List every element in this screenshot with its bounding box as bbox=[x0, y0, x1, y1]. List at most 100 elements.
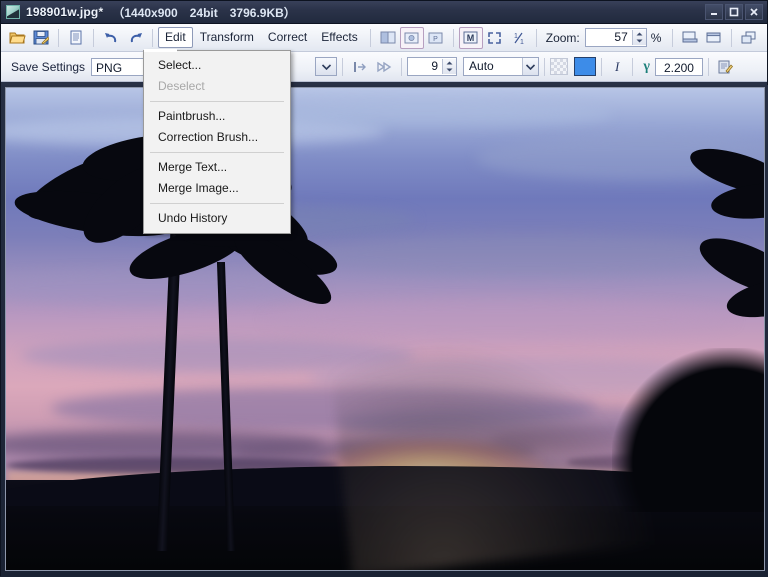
open-folder-icon bbox=[8, 32, 26, 44]
svg-text:M: M bbox=[467, 33, 475, 43]
chevron-up-icon bbox=[636, 32, 643, 36]
quality-value[interactable]: 9 bbox=[408, 58, 442, 75]
properties-button[interactable] bbox=[714, 56, 738, 78]
italic-I-icon[interactable]: I bbox=[607, 59, 627, 75]
zoom-value[interactable]: 57 bbox=[586, 29, 632, 46]
open-file-button[interactable] bbox=[5, 27, 29, 49]
cascade-windows-button[interactable] bbox=[737, 27, 761, 49]
single-view-button[interactable] bbox=[399, 26, 424, 49]
save-file-button[interactable] bbox=[29, 27, 53, 49]
chevron-up-icon bbox=[446, 61, 453, 65]
fit-screen-button[interactable] bbox=[483, 27, 507, 49]
mode-dropdown[interactable]: Auto bbox=[463, 57, 540, 76]
toolbar-separator bbox=[452, 28, 454, 47]
menu-item-undo-history[interactable]: Undo History bbox=[144, 208, 290, 229]
color-swatch-button[interactable] bbox=[574, 57, 597, 76]
actual-size-button[interactable]: 1 1 bbox=[507, 27, 531, 49]
minimize-button[interactable] bbox=[705, 4, 723, 20]
quality-spinner-arrows[interactable] bbox=[442, 59, 457, 75]
image-thumbnail-icon bbox=[6, 5, 20, 19]
magnifier-mode-button[interactable]: M bbox=[458, 26, 483, 49]
quality-spinner[interactable]: 9 bbox=[407, 57, 458, 76]
maximize-icon bbox=[729, 7, 739, 17]
window-title-meta: （1440x900 24bit 3796.9KB） bbox=[112, 5, 296, 20]
menu-separator bbox=[150, 101, 284, 102]
menu-item-merge-text[interactable]: Merge Text... bbox=[144, 157, 290, 178]
chevron-down-icon[interactable] bbox=[316, 58, 337, 75]
menu-item-deselect: Deselect bbox=[158, 79, 205, 93]
options-separator bbox=[401, 57, 403, 76]
menu-item-paintbrush[interactable]: Paintbrush... bbox=[144, 106, 290, 127]
options-separator bbox=[707, 57, 709, 76]
image-canvas[interactable] bbox=[5, 87, 765, 571]
menu-separator bbox=[150, 152, 284, 153]
application-window: 198901w.jpg* （1440x900 24bit 3796.9KB） E… bbox=[0, 0, 768, 577]
window-controls bbox=[705, 4, 765, 20]
quality-spin-down[interactable] bbox=[443, 67, 456, 75]
options-separator bbox=[601, 57, 603, 76]
menu-effects[interactable]: Effects bbox=[314, 27, 364, 48]
toolbar-separator bbox=[93, 28, 94, 47]
undo-arrow-icon bbox=[104, 32, 116, 42]
svg-text:P: P bbox=[433, 36, 438, 43]
zoom-spin-down[interactable] bbox=[633, 38, 646, 46]
undo-button[interactable] bbox=[99, 27, 123, 49]
zoom-spin-up[interactable] bbox=[633, 30, 646, 38]
close-button[interactable] bbox=[745, 4, 763, 20]
cloud bbox=[263, 300, 734, 339]
cloud bbox=[309, 232, 749, 276]
maximize-button[interactable] bbox=[725, 4, 743, 20]
beach-path bbox=[328, 323, 654, 570]
new-window-button[interactable] bbox=[702, 27, 726, 49]
menu-tab-gap bbox=[144, 49, 177, 52]
zoom-label: Zoom: bbox=[545, 30, 580, 45]
fast-forward-icon bbox=[376, 61, 391, 72]
split-view-button[interactable] bbox=[376, 27, 400, 49]
align-button[interactable] bbox=[348, 56, 372, 78]
edit-menu-dropdown[interactable]: Select... Deselect Paintbrush... Correct… bbox=[143, 50, 291, 234]
fit-window-button[interactable] bbox=[678, 27, 702, 49]
quality-spin-up[interactable] bbox=[443, 59, 456, 67]
align-icon bbox=[353, 61, 366, 72]
new-window-icon bbox=[706, 32, 721, 43]
menu-transform[interactable]: Transform bbox=[193, 27, 261, 48]
gamma-icon[interactable]: γ bbox=[638, 59, 655, 75]
split-view-icon bbox=[380, 31, 396, 44]
chevron-down-icon[interactable] bbox=[522, 58, 539, 75]
menu-item-select[interactable]: Select... bbox=[144, 55, 290, 76]
gamma-value-field[interactable]: 2.200 bbox=[654, 57, 703, 76]
fit-window-icon bbox=[682, 31, 698, 43]
toolbar-separator bbox=[152, 28, 153, 47]
actual-size-icon: 1 1 bbox=[514, 32, 524, 45]
canvas-area[interactable] bbox=[1, 85, 768, 577]
save-disk-icon bbox=[33, 30, 49, 45]
menu-item-correction-brush[interactable]: Correction Brush... bbox=[144, 127, 290, 148]
transparency-checker-icon[interactable] bbox=[550, 58, 569, 75]
cascade-windows-icon bbox=[741, 31, 756, 43]
menu-edit[interactable]: Edit bbox=[158, 27, 193, 48]
document-icon bbox=[70, 30, 82, 45]
right-foliage bbox=[612, 348, 764, 513]
document-button[interactable] bbox=[64, 27, 88, 49]
redo-button[interactable] bbox=[123, 27, 147, 49]
title-bar: 198901w.jpg* （1440x900 24bit 3796.9KB） bbox=[1, 1, 767, 24]
menu-separator bbox=[150, 203, 284, 204]
mode-value[interactable]: Auto bbox=[464, 57, 522, 76]
fast-forward-button[interactable] bbox=[372, 56, 396, 78]
minimize-icon bbox=[711, 13, 717, 15]
menu-item-merge-image[interactable]: Merge Image... bbox=[144, 178, 290, 199]
toolbar-separator bbox=[535, 28, 537, 47]
format-dropdown-button[interactable] bbox=[315, 57, 338, 76]
magnifier-mode-icon: M bbox=[463, 31, 478, 44]
zoom-spinner[interactable]: 57 bbox=[584, 28, 647, 47]
preview-view-icon: P bbox=[428, 32, 443, 43]
zoom-unit: % bbox=[650, 30, 662, 45]
menu-correct[interactable]: Correct bbox=[261, 27, 314, 48]
edit-properties-icon bbox=[718, 60, 734, 73]
toolbar-separator bbox=[369, 28, 371, 47]
options-bar: Save Settings PNG 9 Auto I γ 2.200 bbox=[1, 52, 767, 82]
chevron-down-icon bbox=[636, 39, 643, 43]
zoom-spinner-arrows[interactable] bbox=[631, 30, 646, 46]
preview-view-button[interactable]: P bbox=[424, 27, 448, 49]
single-view-icon bbox=[404, 32, 419, 43]
